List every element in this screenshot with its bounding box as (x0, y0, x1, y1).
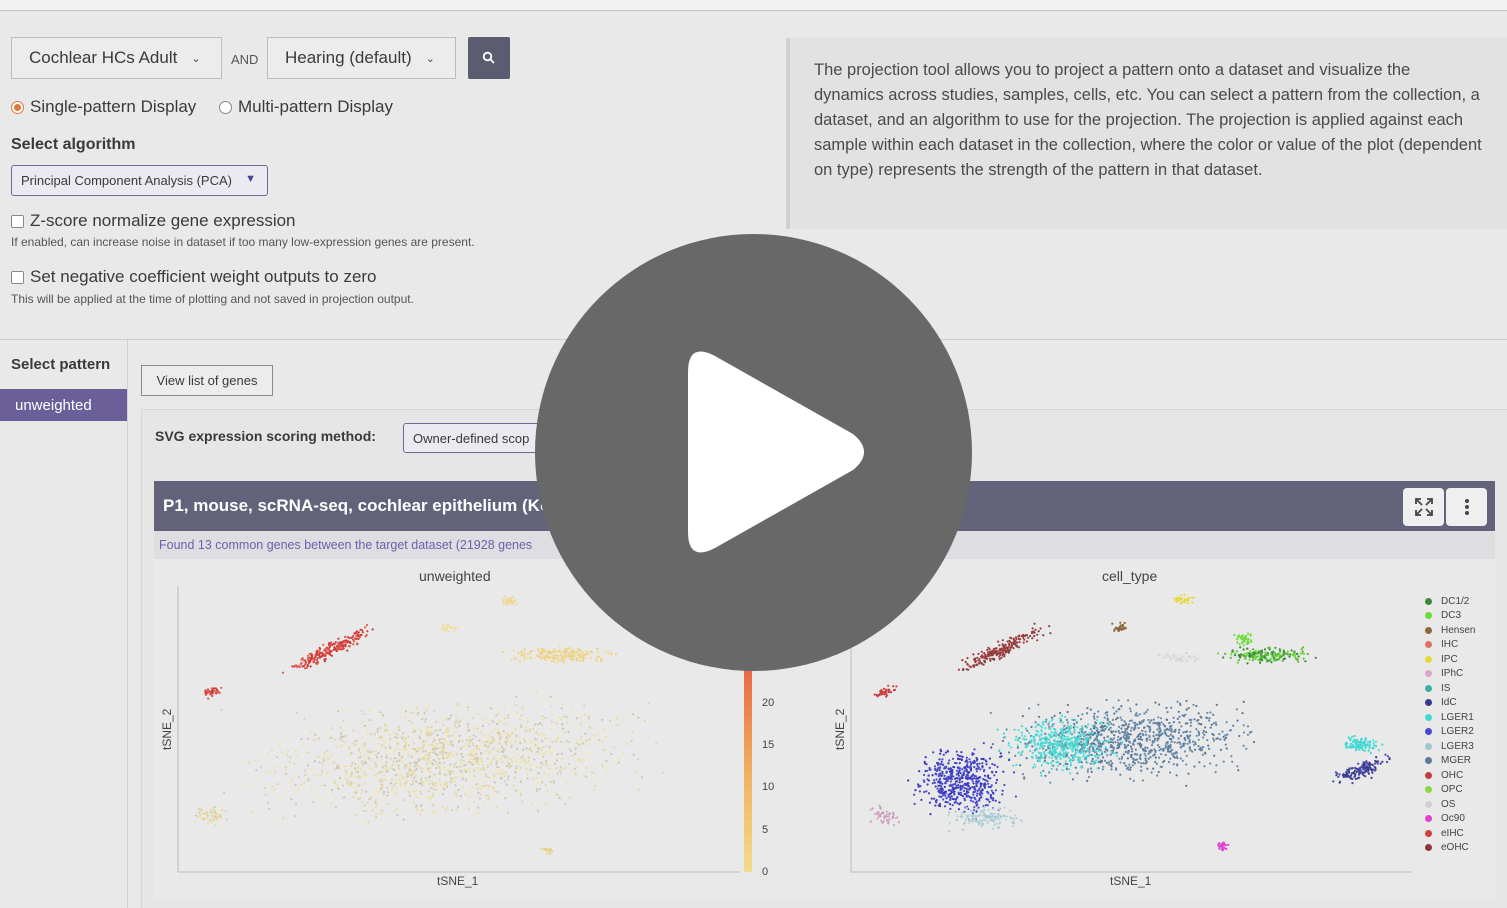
scatter-cluster (869, 804, 901, 827)
scatter-cluster (1344, 734, 1384, 755)
legend-color-icon (1425, 757, 1432, 765)
legend-color-icon (1425, 742, 1432, 750)
legend-item[interactable]: Hensen (1425, 623, 1475, 638)
legend-item[interactable]: DC3 (1425, 609, 1475, 624)
scatter-cluster (501, 595, 518, 607)
legend-label: Oc90 (1441, 813, 1465, 825)
colorbar-tick: 10 (762, 781, 775, 793)
scatter-cluster (1157, 651, 1203, 665)
right-plot-ylabel: tSNE_2 (833, 708, 847, 750)
legend-label: OHC (1441, 769, 1464, 781)
colorbar-tick: 0 (762, 866, 769, 878)
legend-color-icon (1425, 597, 1432, 605)
right-plot-xlabel: tSNE_1 (1110, 874, 1152, 888)
legend-color-icon (1425, 815, 1432, 823)
legend-label: eIHC (1441, 827, 1464, 839)
legend-label: LGER1 (1441, 711, 1474, 723)
colorbar-tick: 5 (762, 824, 769, 836)
legend-item[interactable]: IS (1425, 681, 1475, 696)
legend-item[interactable]: OPC (1425, 783, 1475, 798)
legend-item[interactable]: LGER2 (1425, 725, 1475, 740)
legend-label: IHC (1441, 639, 1459, 651)
scatter-cluster (540, 847, 554, 855)
legend-item[interactable]: MGER (1425, 754, 1475, 769)
legend-color-icon (1425, 786, 1432, 794)
scatter-cluster (1217, 646, 1317, 665)
scatter-cluster (195, 806, 228, 827)
legend-label: Hensen (1441, 624, 1476, 636)
legend-color-icon (1425, 612, 1432, 620)
legend-color-icon (1425, 670, 1432, 678)
legend-color-icon (1425, 655, 1432, 663)
legend-item[interactable]: OHC (1425, 768, 1475, 783)
legend-item[interactable]: LGER3 (1425, 739, 1475, 754)
play-icon (688, 351, 864, 553)
legend-label: eOHC (1441, 842, 1469, 854)
legend-item[interactable]: OS (1425, 797, 1475, 812)
colorbar-tick: 15 (762, 739, 775, 751)
legend-label: IPC (1441, 653, 1458, 665)
legend-item[interactable]: eOHC (1425, 841, 1475, 856)
scatter-cluster (1111, 621, 1127, 633)
legend-item[interactable]: eIHC (1425, 826, 1475, 841)
legend-color-icon (1425, 728, 1432, 736)
scatter-cluster (1332, 753, 1391, 785)
scatter-cluster (441, 622, 459, 633)
legend-color-icon (1425, 641, 1432, 649)
legend-item[interactable]: LGER1 (1425, 710, 1475, 725)
video-play-button[interactable] (535, 234, 972, 671)
legend-item[interactable]: IHC (1425, 638, 1475, 653)
legend-label: DC3 (1441, 610, 1462, 622)
legend-label: LGER3 (1441, 740, 1474, 752)
legend-label: OPC (1441, 784, 1463, 796)
legend-label: IdC (1441, 697, 1457, 709)
scatter-cluster (220, 689, 680, 824)
scatter-cluster (873, 684, 898, 698)
legend-color-icon (1425, 829, 1432, 837)
legend-item[interactable]: Oc90 (1425, 812, 1475, 827)
legend-label: IS (1441, 682, 1451, 694)
scatter-cluster (281, 624, 374, 674)
scatter-cluster (1217, 841, 1230, 852)
colorbar-tick: 20 (762, 697, 775, 709)
legend-label: DC1/2 (1441, 595, 1470, 607)
legend-color-icon (1425, 684, 1432, 692)
legend-item[interactable]: IPhC (1425, 667, 1475, 682)
scatter-cluster (204, 686, 223, 700)
legend-item[interactable]: IdC (1425, 696, 1475, 711)
right-plot-title: cell_type (1102, 568, 1158, 584)
legend-label: IPhC (1441, 668, 1464, 680)
legend-label: OS (1441, 798, 1456, 810)
scatter-cluster (1173, 593, 1195, 605)
legend-color-icon (1425, 800, 1432, 808)
cell-type-legend: DC1/2 DC3 Hensen IHC IPC IPhC IS IdC LGER1 LGER2 L… (1425, 594, 1475, 855)
legend-color-icon (1425, 626, 1432, 634)
legend-label: MGER (1441, 755, 1471, 767)
legend-item[interactable]: DC1/2 (1425, 594, 1475, 609)
legend-label: LGER2 (1441, 726, 1474, 738)
legend-color-icon (1425, 771, 1432, 779)
legend-item[interactable]: IPC (1425, 652, 1475, 667)
legend-color-icon (1425, 699, 1432, 707)
scatter-cluster (1233, 632, 1253, 647)
legend-color-icon (1425, 844, 1432, 852)
legend-color-icon (1425, 713, 1432, 721)
